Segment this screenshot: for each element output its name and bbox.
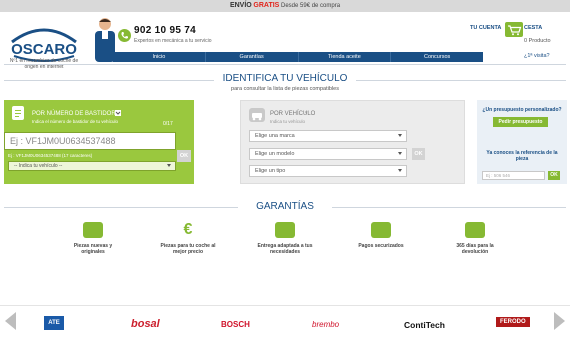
phone-subtitle: Expertos en mecánica a tu servicio bbox=[134, 38, 212, 44]
logo-text: OSCARO bbox=[11, 41, 77, 58]
brand-logo-contitech[interactable]: ContiTech bbox=[404, 320, 445, 330]
vin-panel-title: POR NÚMERO DE BASTIDOR bbox=[32, 111, 116, 117]
nav-item-concursos[interactable]: Concursos bbox=[391, 52, 483, 62]
guarantee-label: Piezas para tu coche al mejor precio bbox=[160, 243, 216, 255]
part-reference-ok-button[interactable]: OK bbox=[548, 171, 560, 180]
part-reference-input[interactable]: Ej : 506 546 bbox=[482, 171, 545, 180]
chevron-down-icon bbox=[398, 134, 402, 137]
nav-item-tienda-aceite[interactable]: Tienda aceite bbox=[299, 52, 392, 62]
cart-icon[interactable] bbox=[505, 22, 523, 37]
header-divider bbox=[4, 64, 566, 65]
guarantee-returns: 365 días para la devolución bbox=[445, 222, 505, 255]
main-nav: Inicio Garantías Tienda aceite Concursos bbox=[113, 52, 483, 62]
brand-logo-bosal[interactable]: bosal bbox=[131, 318, 160, 330]
banner-suffix: Desde 59€ de compra bbox=[281, 3, 341, 9]
chevron-down-icon bbox=[398, 152, 402, 155]
guarantee-label: Entrega adaptada a tus necesidades bbox=[257, 243, 313, 255]
brand-select-value: Elige una marca bbox=[255, 133, 295, 139]
vin-input[interactable]: Ej : VF1JM0U0634537488 bbox=[4, 132, 176, 150]
type-select-value: Elige un tipo bbox=[255, 168, 286, 174]
guarantees-title: GARANTÍAS bbox=[256, 201, 314, 212]
brand-logo-bosch[interactable]: BOSCH bbox=[221, 320, 250, 329]
chevron-down-icon[interactable] bbox=[115, 110, 121, 116]
nav-item-garantias[interactable]: Garantías bbox=[206, 52, 299, 62]
vehicle-ok-button[interactable]: OK bbox=[412, 148, 425, 160]
brand-logo-ferodo[interactable]: FERODO bbox=[496, 317, 530, 327]
vehicle-panel-title: POR VEHÍCULO bbox=[270, 111, 316, 117]
carousel-next-arrow[interactable] bbox=[554, 312, 565, 330]
identify-subtitle: para consultar la lista de piezas compat… bbox=[231, 86, 339, 92]
quote-question: ¿Un presupuesto personalizado? bbox=[482, 107, 562, 113]
vin-char-counter: 0/17 bbox=[163, 121, 173, 127]
banner-highlight: GRATIS bbox=[253, 2, 280, 9]
euro-icon: € bbox=[183, 221, 193, 238]
guarantee-delivery: Entrega adaptada a tus necesidades bbox=[255, 222, 315, 255]
nav-item-inicio[interactable]: Inicio bbox=[113, 52, 206, 62]
brand-select[interactable]: Elige una marca bbox=[249, 130, 407, 142]
account-link[interactable]: TU CUENTA bbox=[470, 25, 501, 31]
vin-panel-subtitle: Indica el número de bastidor de tu vehíc… bbox=[32, 119, 119, 124]
car-icon bbox=[249, 108, 265, 122]
credit-card-icon bbox=[371, 222, 391, 238]
phone-number[interactable]: 902 10 95 74 bbox=[134, 25, 196, 36]
type-select[interactable]: Elige un tipo bbox=[249, 165, 407, 177]
vin-help-text: Ej : VF1JM0U0634537488 (17 caracteres) bbox=[8, 153, 93, 158]
phone-icon bbox=[118, 29, 131, 42]
model-select-value: Elige un modelo bbox=[255, 151, 295, 157]
cart-count: 0 Producto bbox=[524, 38, 551, 44]
vin-ok-button[interactable]: OK bbox=[177, 150, 191, 162]
guarantee-best-price: € Piezas para tu coche al mejor precio bbox=[158, 221, 218, 256]
brand-carousel bbox=[0, 305, 570, 345]
return-box-icon bbox=[465, 222, 485, 238]
part-reference-text: Ya conoces la referencia de la pieza bbox=[486, 150, 558, 162]
chevron-down-icon bbox=[167, 164, 171, 167]
cart-label[interactable]: CESTA bbox=[524, 25, 542, 31]
identify-title: IDENTIFICA TU VEHÍCULO bbox=[222, 73, 348, 84]
guarantee-secure-payment: Pagos securizados bbox=[351, 222, 411, 249]
guarantee-label: Pagos securizados bbox=[358, 243, 404, 249]
document-icon bbox=[12, 106, 24, 120]
request-quote-button[interactable]: Pedir presupuesto bbox=[493, 117, 548, 127]
chevron-down-icon bbox=[398, 169, 402, 172]
chevron-down-icon[interactable]: ▾ bbox=[305, 110, 308, 116]
brand-logo-ate[interactable]: ATE bbox=[44, 316, 64, 330]
free-shipping-banner: ENVÍO GRATIS Desde 59€ de compra bbox=[0, 0, 570, 12]
vehicle-select[interactable]: -- Indica tu vehículo -- bbox=[8, 161, 176, 171]
guarantee-label: 365 días para la devolución bbox=[456, 243, 494, 255]
banner-prefix: ENVÍO bbox=[229, 2, 252, 9]
guarantee-label: Piezas nuevas y originales bbox=[73, 243, 113, 255]
vehicle-panel-subtitle: Indica tu vehículo bbox=[270, 119, 306, 124]
guarantee-new-parts: Piezas nuevas y originales bbox=[63, 222, 123, 255]
first-visit-link[interactable]: ¿1ª visita? bbox=[524, 53, 550, 59]
brand-logo-brembo[interactable]: brembo bbox=[312, 320, 339, 329]
model-select[interactable]: Elige un modelo bbox=[249, 148, 407, 160]
carousel-prev-arrow[interactable] bbox=[5, 312, 16, 330]
vehicle-select-value: -- Indica tu vehículo -- bbox=[14, 163, 63, 169]
box-icon bbox=[83, 222, 103, 238]
truck-icon bbox=[275, 222, 295, 238]
